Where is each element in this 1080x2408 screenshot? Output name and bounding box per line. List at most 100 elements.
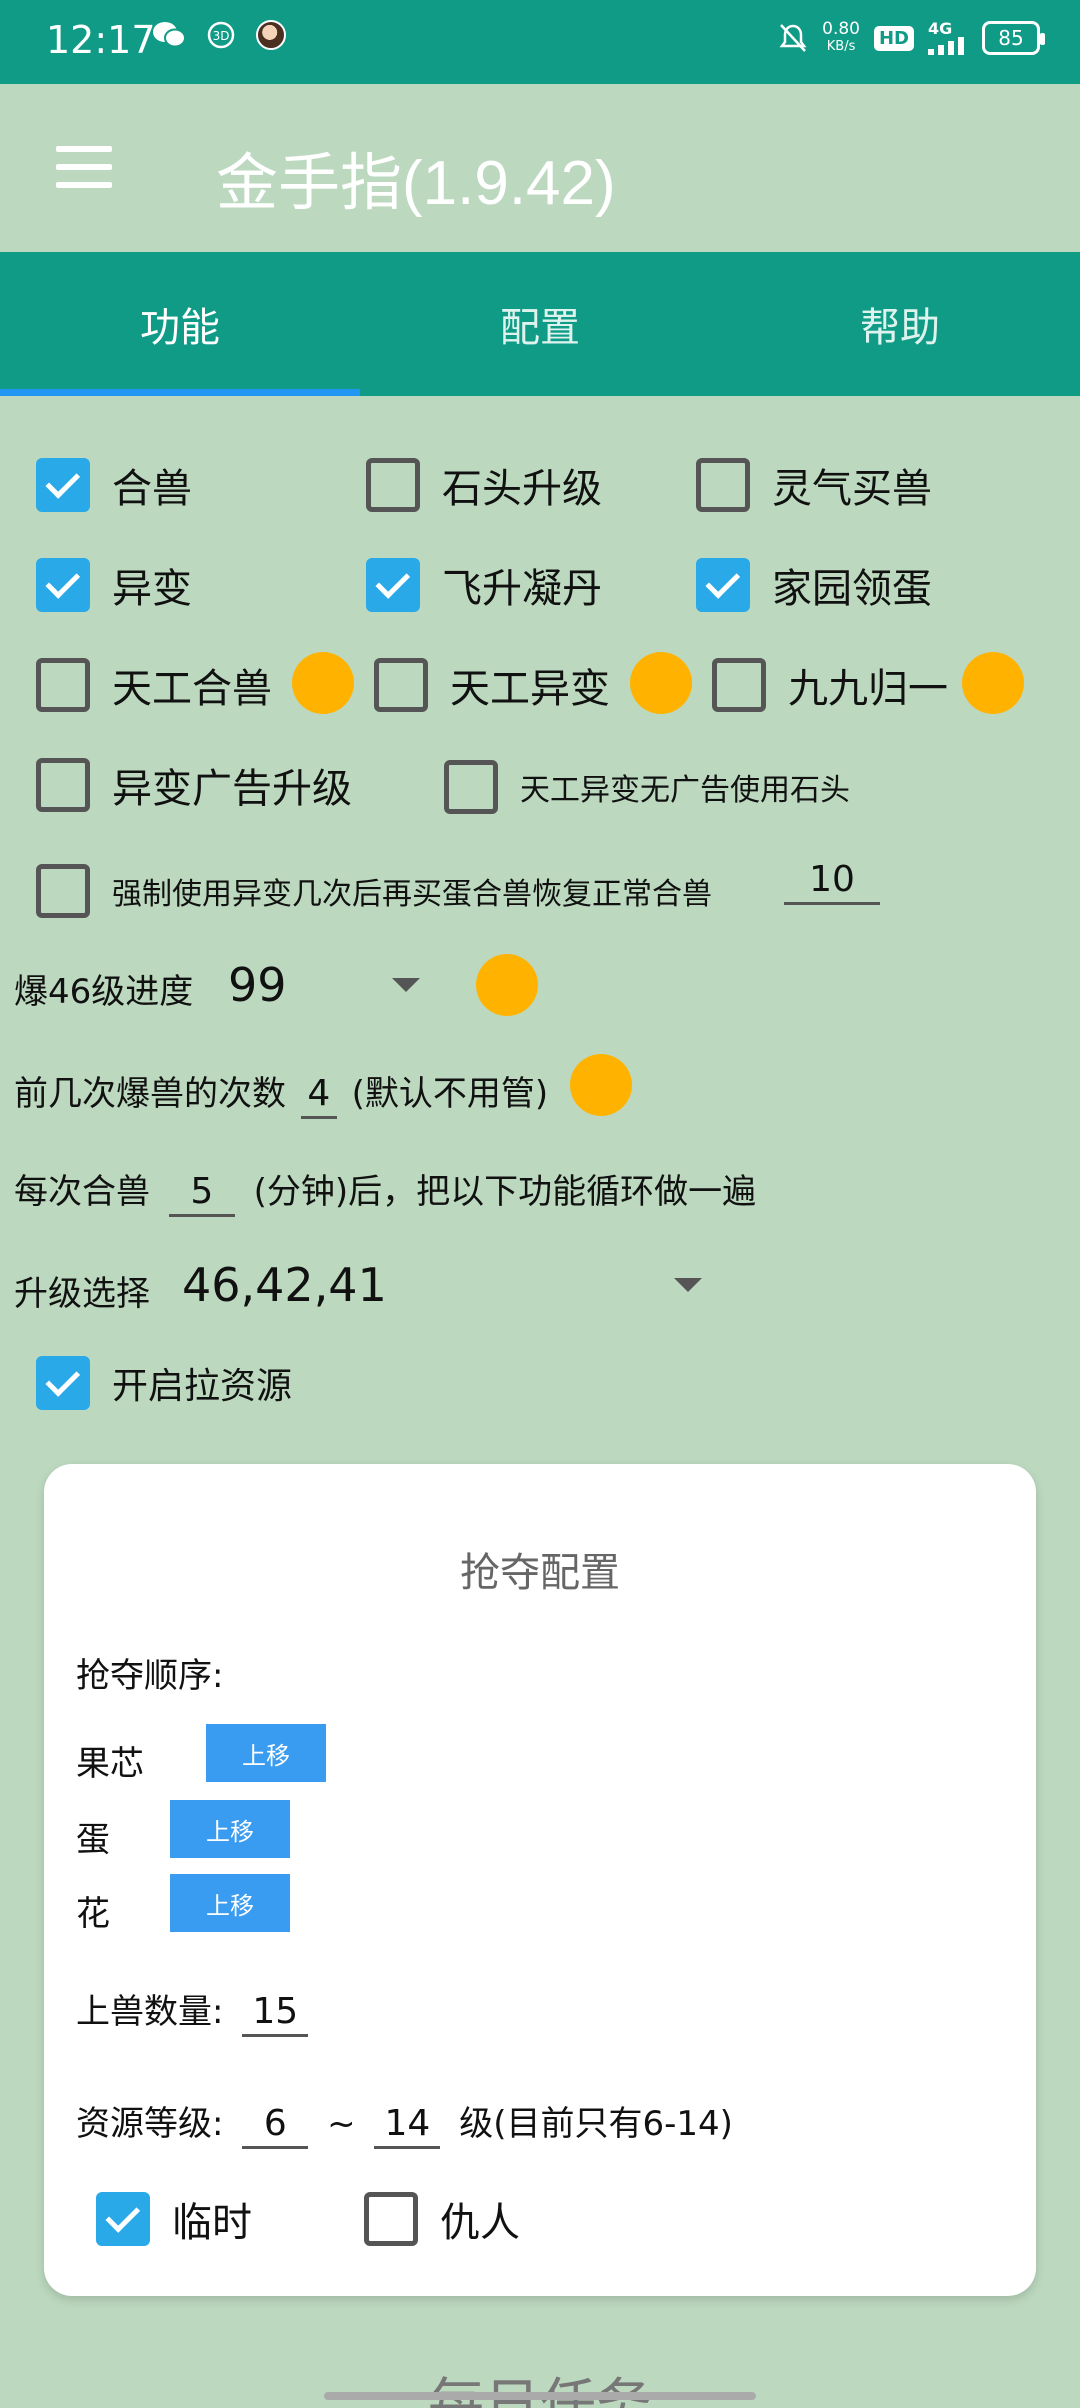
- checkbox-box[interactable]: [366, 458, 420, 512]
- checkbox-label: 飞升凝丹: [442, 566, 602, 612]
- checkbox-box[interactable]: [366, 558, 420, 612]
- resource-level-row: 资源等级: 6 ~ 14 级(目前只有6-14): [76, 2096, 733, 2149]
- mute-icon: [779, 24, 807, 52]
- interval-suffix: (分钟)后，把以下功能循环做一遍: [253, 1172, 757, 1212]
- tab-help[interactable]: 帮助: [720, 252, 1080, 396]
- info-dot[interactable]: [962, 652, 1024, 714]
- checkbox-temporary[interactable]: 临时: [96, 2190, 252, 2248]
- checkbox-box[interactable]: [36, 758, 90, 812]
- checkbox-label: 临时: [172, 2200, 252, 2246]
- checkbox-label: 天工异变无广告使用石头: [520, 773, 850, 808]
- checkbox-label: 天工异变: [450, 666, 610, 712]
- checkbox-hebing[interactable]: 合兽: [36, 456, 192, 514]
- net-speed: 0.80 KB/s: [822, 19, 860, 54]
- checkbox-label: 合兽: [112, 466, 192, 512]
- tab-features[interactable]: 功能: [0, 252, 360, 396]
- first-times-note: (默认不用管): [351, 1074, 549, 1114]
- svg-text:3D: 3D: [213, 29, 230, 43]
- checkbox-box[interactable]: [374, 658, 428, 712]
- app-title: 金手指(1.9.42): [216, 149, 616, 218]
- checkbox-stone-upgrade[interactable]: 石头升级: [366, 456, 602, 514]
- rob-item-label: 花: [76, 1894, 110, 1934]
- explode-label: 爆46级进度: [14, 972, 194, 1012]
- rob-item-label: 果芯: [76, 1744, 144, 1784]
- beast-count-row: 上兽数量: 15: [76, 1984, 309, 2037]
- chevron-down-icon[interactable]: [674, 1278, 702, 1292]
- interval-row: 每次合兽 5 (分钟)后，把以下功能循环做一遍: [14, 1164, 756, 1217]
- checkbox-box[interactable]: [712, 658, 766, 712]
- checkbox-force-mutation[interactable]: 强制使用异变几次后再买蛋合兽恢复正常合兽: [36, 864, 712, 918]
- level-min-input[interactable]: 6: [242, 2102, 309, 2149]
- level-note: 级(目前只有6-14): [459, 2104, 733, 2144]
- first-times-label: 前几次爆兽的次数: [14, 1074, 286, 1114]
- interval-input[interactable]: 5: [168, 1170, 235, 1217]
- checkbox-label: 异变广告升级: [112, 766, 352, 812]
- upgrade-dropdown[interactable]: 46,42,41: [182, 1258, 387, 1312]
- move-up-button[interactable]: 上移: [170, 1800, 290, 1858]
- tab-bar: 功能 配置 帮助: [0, 252, 1080, 396]
- info-dot[interactable]: [570, 1054, 632, 1116]
- checkbox-label: 仇人: [440, 2200, 520, 2246]
- rob-item-label: 蛋: [76, 1820, 110, 1860]
- interval-prefix: 每次合兽: [14, 1172, 150, 1212]
- checkbox-home-egg[interactable]: 家园领蛋: [696, 556, 932, 614]
- chevron-down-icon[interactable]: [392, 978, 420, 992]
- checkbox-box[interactable]: [36, 864, 90, 918]
- checkbox-label: 灵气买兽: [772, 466, 932, 512]
- checkbox-box[interactable]: [36, 458, 90, 512]
- avatar: [256, 20, 286, 50]
- checkbox-ascend-pill[interactable]: 飞升凝丹: [366, 556, 602, 614]
- move-up-button[interactable]: 上移: [170, 1874, 290, 1932]
- status-system-icons: 0.80 KB/s HD 4G 85: [778, 19, 1045, 56]
- info-dot[interactable]: [476, 954, 538, 1016]
- checkbox-mutation[interactable]: 异变: [36, 556, 192, 614]
- first-times-input[interactable]: 4: [300, 1072, 337, 1119]
- 3d-icon: 3D: [207, 21, 235, 49]
- checkbox-pull-resources[interactable]: 开启拉资源: [36, 1356, 292, 1410]
- force-count-input[interactable]: 10: [784, 858, 880, 905]
- rob-order-label: 抢夺顺序:: [76, 1656, 224, 1696]
- checkbox-label: 异变: [112, 566, 192, 612]
- tab-config[interactable]: 配置: [360, 252, 720, 396]
- beast-count-label: 上兽数量:: [76, 1992, 224, 2032]
- signal-icon: 4G: [928, 21, 968, 55]
- rob-config-card: 抢夺配置 抢夺顺序: 果芯 上移 蛋 上移 花 上移 上兽数量: 15 资源等级…: [44, 1464, 1036, 2296]
- checkbox-tiangong-merge[interactable]: 天工合兽: [36, 656, 272, 714]
- checkbox-lingqi-buy[interactable]: 灵气买兽: [696, 456, 932, 514]
- move-up-button[interactable]: 上移: [206, 1724, 326, 1782]
- status-bar: 12:17 3D 0.80 KB/s HD 4G 85: [0, 0, 1080, 84]
- app-bar: 金手指(1.9.42): [0, 84, 1080, 252]
- checkbox-label: 强制使用异变几次后再买蛋合兽恢复正常合兽: [112, 877, 712, 912]
- beast-count-input[interactable]: 15: [242, 1990, 309, 2037]
- checkbox-box[interactable]: [36, 558, 90, 612]
- gesture-handle[interactable]: [324, 2392, 756, 2400]
- level-separator: ~: [327, 2104, 356, 2144]
- level-max-input[interactable]: 14: [374, 2102, 441, 2149]
- checkbox-tiangong-no-ad-stone[interactable]: 天工异变无广告使用石头: [444, 760, 850, 814]
- resource-level-label: 资源等级:: [76, 2104, 224, 2144]
- info-dot[interactable]: [292, 652, 354, 714]
- checkbox-tiangong-mutation[interactable]: 天工异变: [374, 656, 610, 714]
- checkbox-box[interactable]: [36, 1356, 90, 1410]
- battery-icon: 85: [982, 21, 1045, 55]
- daily-tasks-title: 每日任务: [428, 2373, 652, 2408]
- checkbox-label: 石头升级: [442, 466, 602, 512]
- checkbox-box[interactable]: [36, 658, 90, 712]
- wechat-icon: [153, 22, 186, 48]
- checkbox-box[interactable]: [96, 2192, 150, 2246]
- info-dot[interactable]: [630, 652, 692, 714]
- checkbox-mutation-ad-upgrade[interactable]: 异变广告升级: [36, 756, 352, 814]
- checkbox-enemy[interactable]: 仇人: [364, 2190, 520, 2248]
- checkbox-ninety-nine[interactable]: 九九归一: [712, 656, 948, 714]
- checkbox-label: 天工合兽: [112, 666, 272, 712]
- checkbox-box[interactable]: [444, 760, 498, 814]
- menu-icon[interactable]: [56, 146, 112, 188]
- status-time: 12:17: [46, 18, 156, 62]
- first-times-row: 前几次爆兽的次数 4 (默认不用管): [14, 1066, 548, 1119]
- checkbox-label: 开启拉资源: [112, 1366, 293, 1407]
- checkbox-box[interactable]: [364, 2192, 418, 2246]
- explode-dropdown[interactable]: 99: [228, 958, 287, 1012]
- card-title: 抢夺配置: [460, 1550, 620, 1596]
- checkbox-box[interactable]: [696, 458, 750, 512]
- checkbox-box[interactable]: [696, 558, 750, 612]
